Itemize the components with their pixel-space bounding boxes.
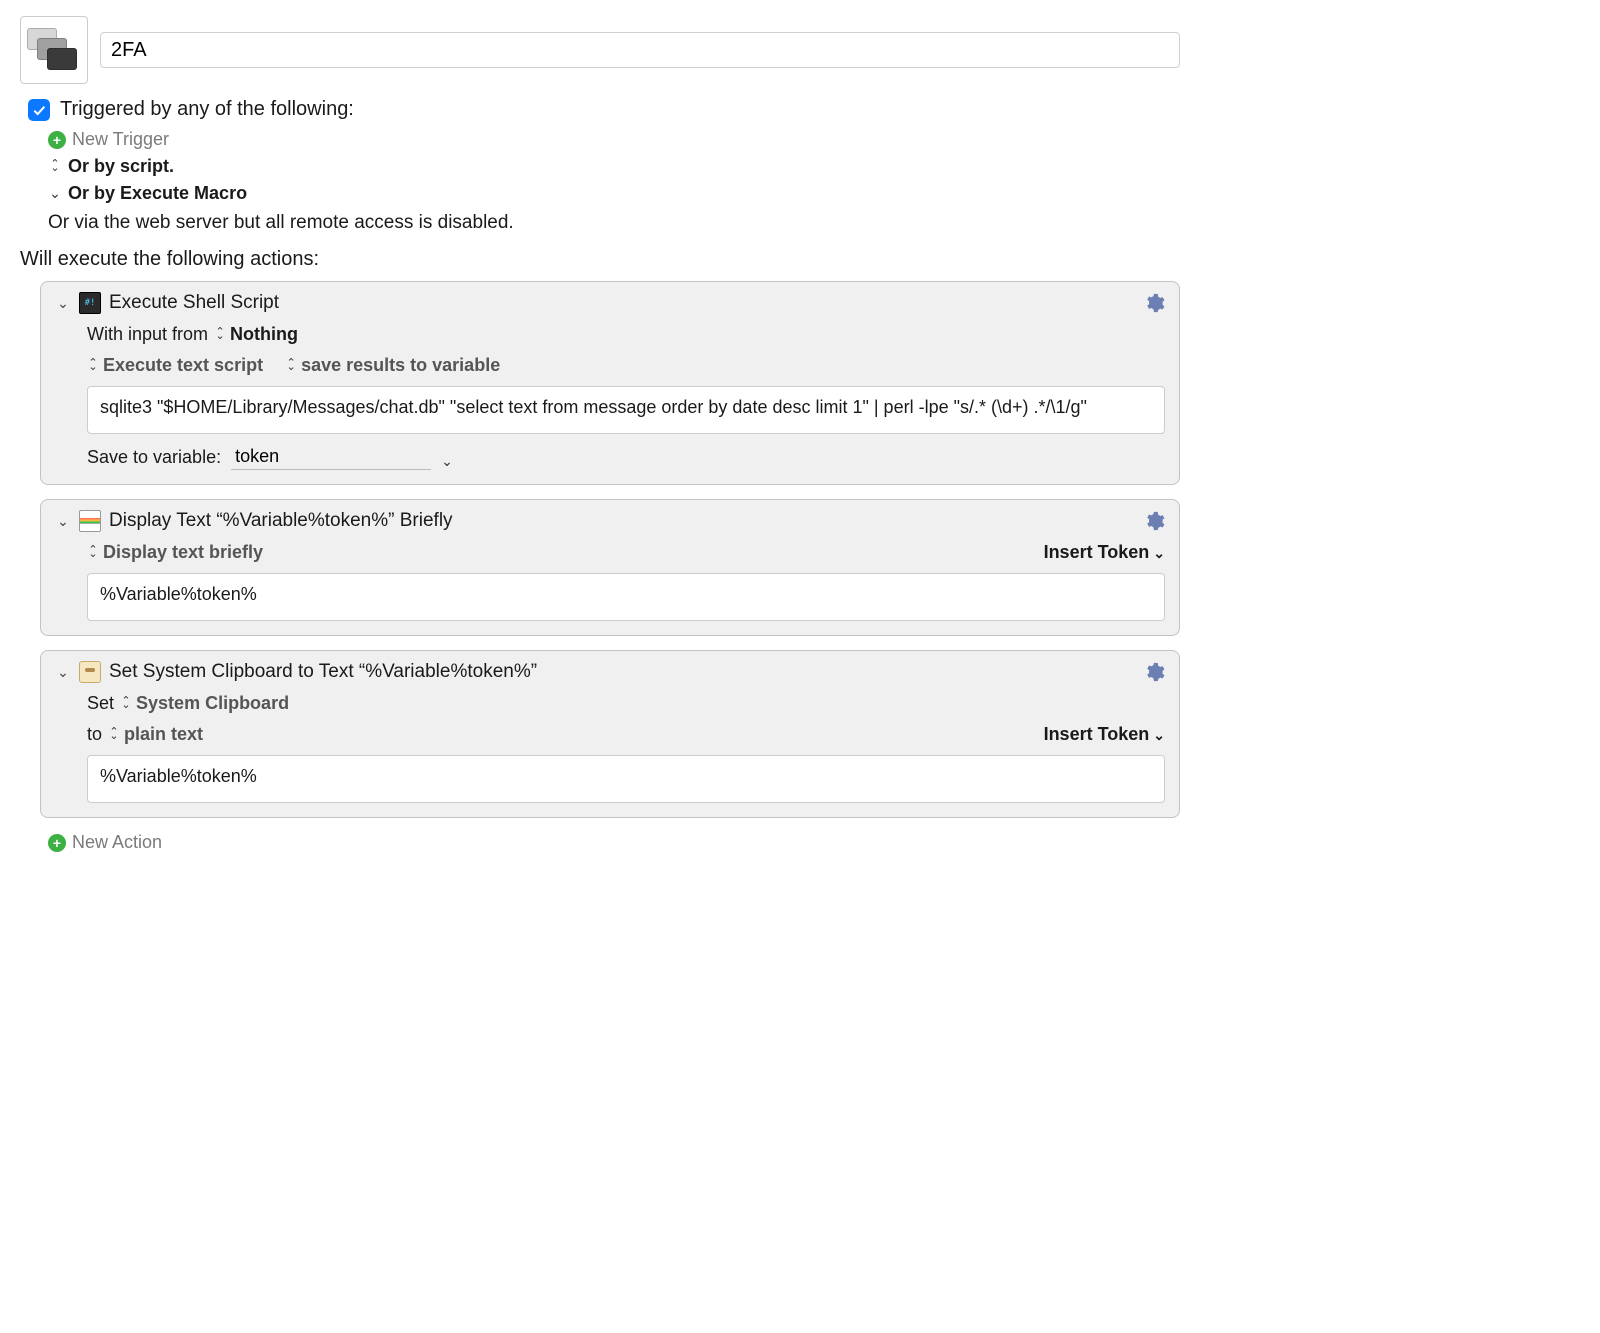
- updown-icon: [108, 728, 120, 742]
- new-trigger-label: New Trigger: [72, 129, 169, 150]
- or-by-script-label: Or by script.: [68, 156, 174, 177]
- updown-icon: [87, 546, 99, 560]
- trigger-enabled-checkbox[interactable]: [28, 99, 50, 121]
- save-mode-dropdown[interactable]: save results to variable: [285, 355, 500, 376]
- set-target-dropdown[interactable]: System Clipboard: [120, 693, 289, 714]
- action-execute-shell-script: Execute Shell Script With input from Not…: [40, 281, 1180, 485]
- or-by-script-row[interactable]: Or by script.: [20, 156, 1180, 177]
- will-execute-heading: Will execute the following actions:: [20, 248, 1180, 271]
- insert-token-button[interactable]: Insert Token: [1044, 542, 1165, 563]
- macro-header: [20, 16, 1180, 84]
- action-header[interactable]: Execute Shell Script: [41, 282, 1179, 320]
- gear-icon[interactable]: [1143, 292, 1165, 314]
- execute-mode-label: Execute text script: [103, 355, 263, 376]
- display-mode-label: Display text briefly: [103, 542, 263, 563]
- plus-icon: +: [48, 131, 66, 149]
- or-by-execute-macro-row[interactable]: Or by Execute Macro: [20, 183, 1180, 204]
- new-action-label: New Action: [72, 832, 162, 853]
- new-action-row[interactable]: + New Action: [20, 832, 1180, 853]
- plus-icon: +: [48, 834, 66, 852]
- trigger-row: Triggered by any of the following:: [20, 98, 1180, 121]
- with-input-dropdown[interactable]: Nothing: [214, 324, 298, 345]
- macro-icon[interactable]: [20, 16, 88, 84]
- macro-title-input[interactable]: [100, 32, 1180, 68]
- insert-token-label: Insert Token: [1044, 724, 1150, 745]
- insert-token-label: Insert Token: [1044, 542, 1150, 563]
- set-label: Set: [87, 693, 114, 714]
- variable-dropdown[interactable]: [441, 450, 455, 464]
- chevron-down-icon: [1153, 724, 1165, 745]
- to-format-dropdown[interactable]: plain text: [108, 724, 203, 745]
- or-web-server-text: Or via the web server but all remote acc…: [20, 212, 1180, 234]
- updown-icon: [120, 697, 132, 711]
- chevron-down-icon[interactable]: [55, 513, 71, 529]
- or-by-execute-macro-label: Or by Execute Macro: [68, 183, 247, 204]
- action-header[interactable]: Set System Clipboard to Text “%Variable%…: [41, 651, 1179, 689]
- with-input-label: With input from: [87, 324, 208, 345]
- window-icon: [79, 510, 101, 532]
- insert-token-button[interactable]: Insert Token: [1044, 724, 1165, 745]
- action-title: Execute Shell Script: [109, 292, 279, 314]
- updown-icon: [285, 359, 297, 373]
- gear-icon[interactable]: [1143, 661, 1165, 683]
- trigger-label: Triggered by any of the following:: [60, 98, 354, 121]
- execute-mode-dropdown[interactable]: Execute text script: [87, 355, 263, 376]
- action-title: Set System Clipboard to Text “%Variable%…: [109, 661, 537, 683]
- clipboard-text-textarea[interactable]: %Variable%token%: [87, 755, 1165, 803]
- to-label: to: [87, 724, 102, 745]
- clipboard-icon: [79, 661, 101, 683]
- save-to-variable-label: Save to variable:: [87, 447, 221, 468]
- display-text-textarea[interactable]: %Variable%token%: [87, 573, 1165, 621]
- new-trigger-row[interactable]: + New Trigger: [20, 129, 1180, 150]
- action-header[interactable]: Display Text “%Variable%token%” Briefly: [41, 500, 1179, 538]
- shell-script-textarea[interactable]: sqlite3 "$HOME/Library/Messages/chat.db"…: [87, 386, 1165, 434]
- chevron-down-icon: [1153, 542, 1165, 563]
- action-title: Display Text “%Variable%token%” Briefly: [109, 510, 453, 532]
- chevron-down-icon[interactable]: [55, 295, 71, 311]
- updown-icon: [214, 328, 226, 342]
- chevron-down-icon[interactable]: [55, 664, 71, 680]
- save-to-variable-input[interactable]: [231, 444, 431, 470]
- display-mode-dropdown[interactable]: Display text briefly: [87, 542, 263, 563]
- save-mode-label: save results to variable: [301, 355, 500, 376]
- updown-icon: [48, 160, 62, 174]
- action-display-text: Display Text “%Variable%token%” Briefly …: [40, 499, 1180, 636]
- action-set-clipboard: Set System Clipboard to Text “%Variable%…: [40, 650, 1180, 818]
- chevron-down-icon: [48, 187, 62, 201]
- with-input-value: Nothing: [230, 324, 298, 345]
- to-format-value: plain text: [124, 724, 203, 745]
- gear-icon[interactable]: [1143, 510, 1165, 532]
- set-target-value: System Clipboard: [136, 693, 289, 714]
- updown-icon: [87, 359, 99, 373]
- terminal-icon: [79, 292, 101, 314]
